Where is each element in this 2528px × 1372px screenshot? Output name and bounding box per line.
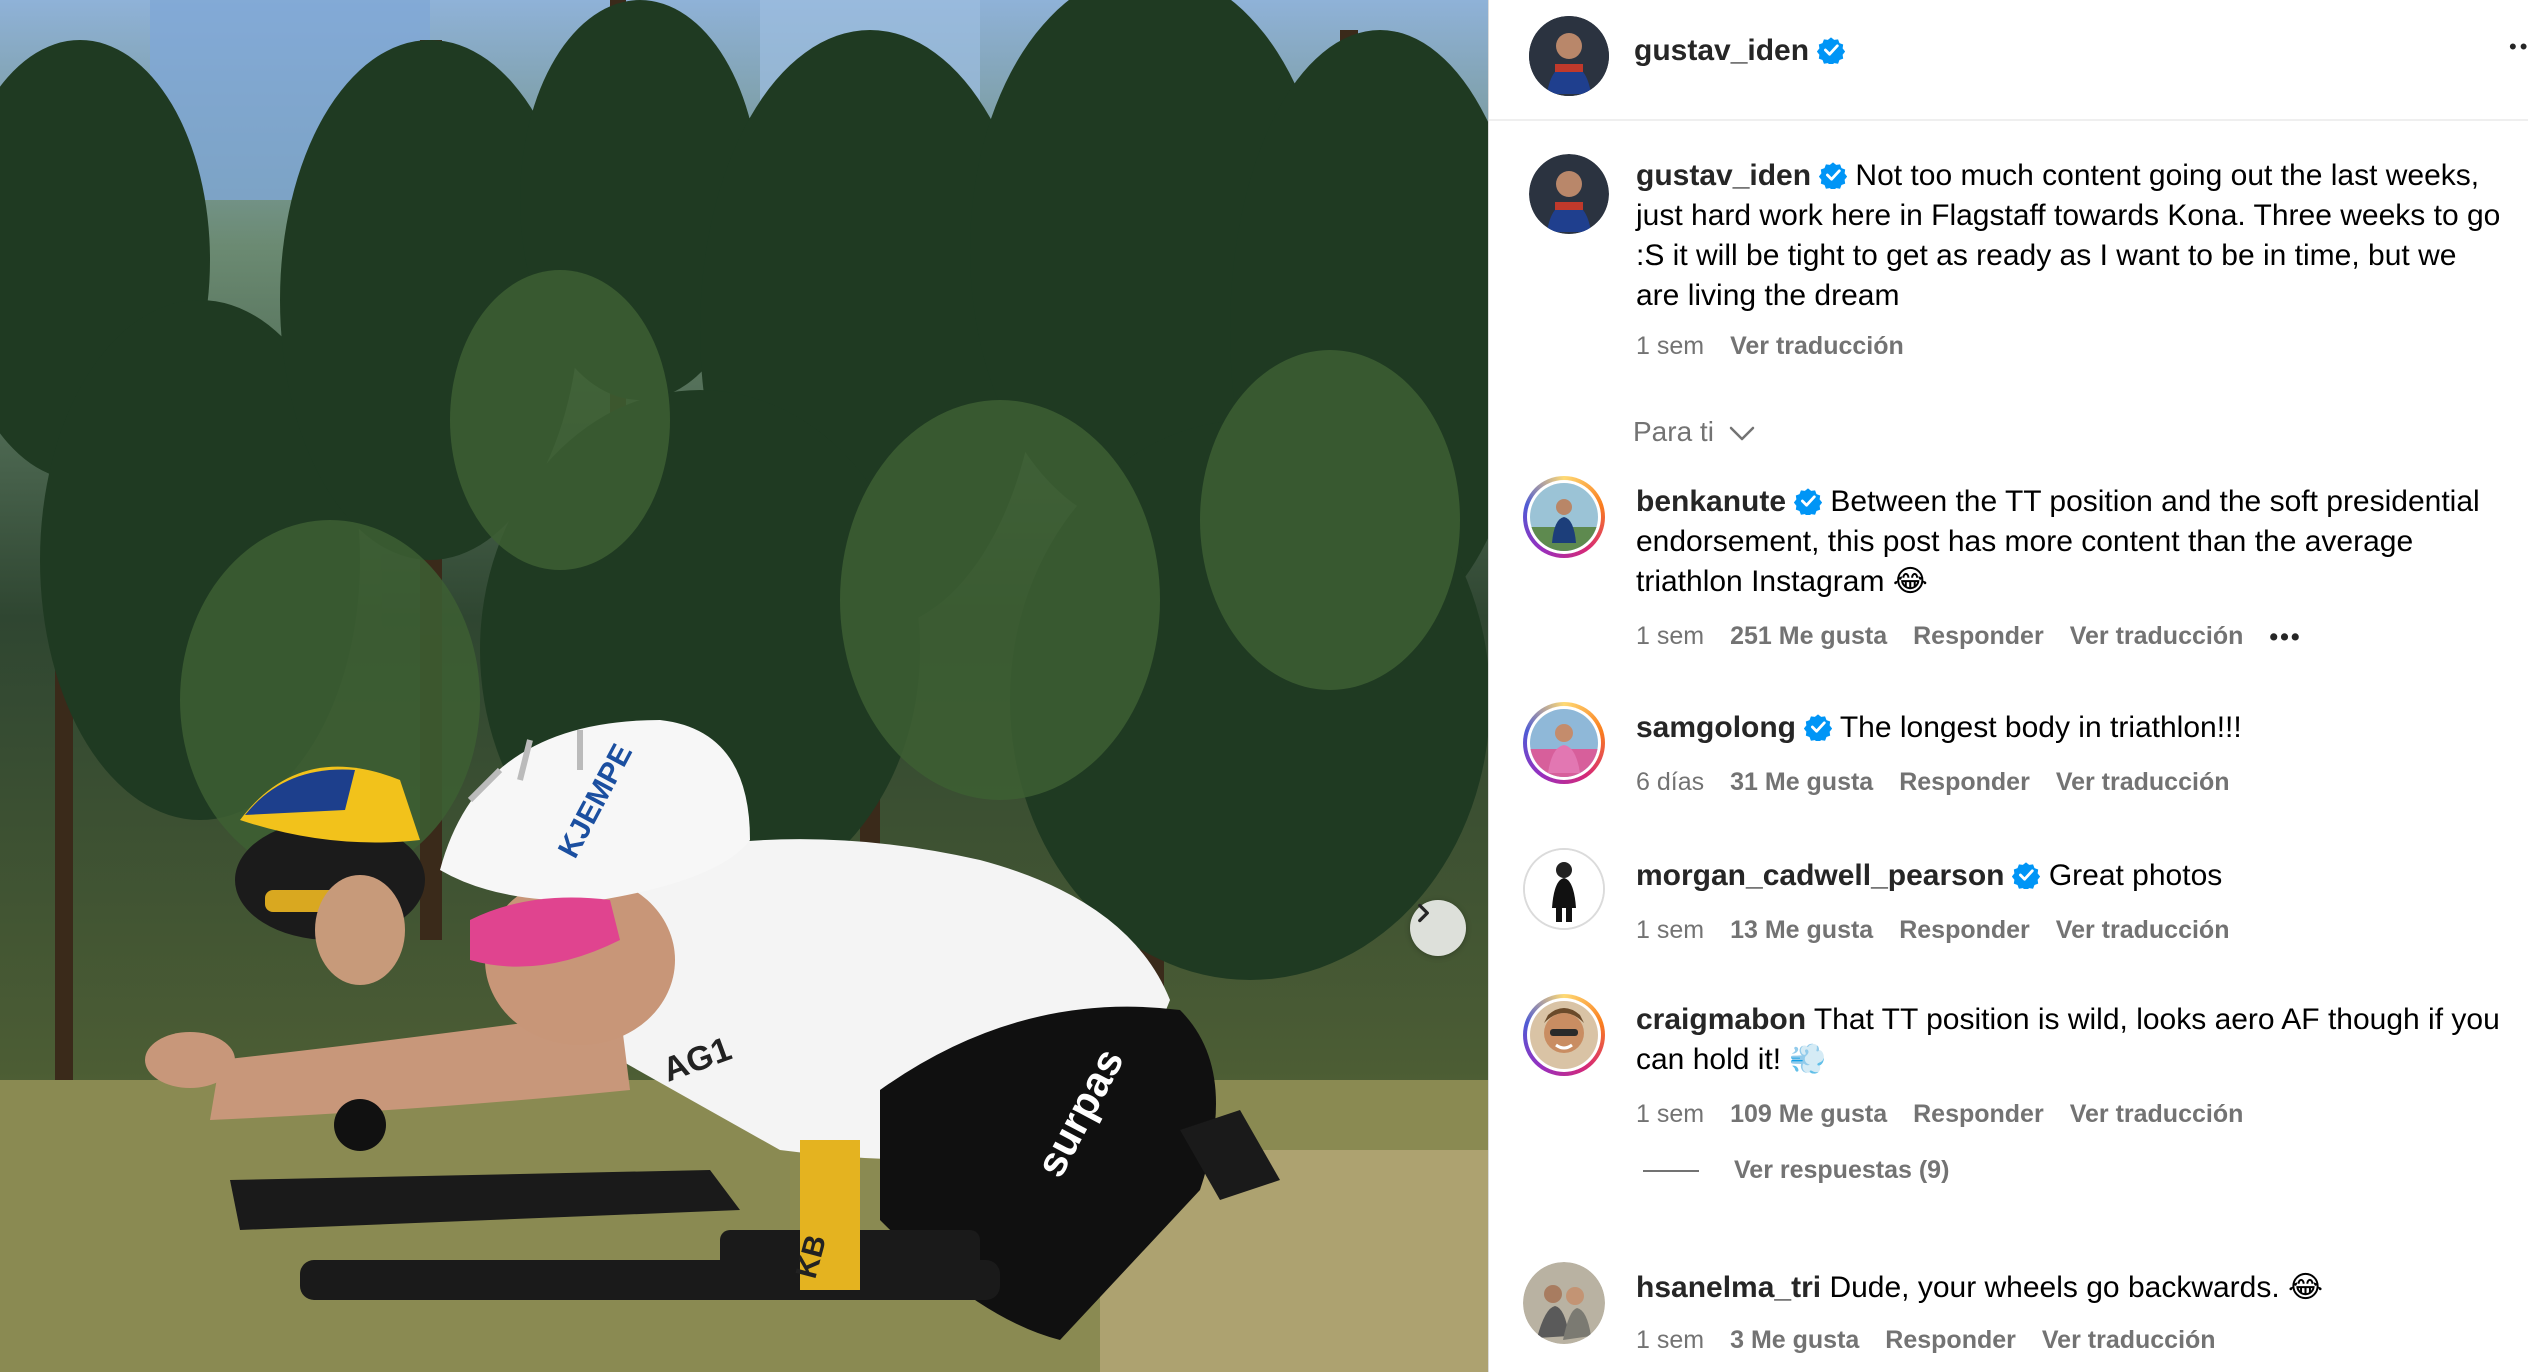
comment-avatar[interactable] xyxy=(1523,476,1605,558)
comment-likes[interactable]: 13 Me gusta xyxy=(1730,916,1873,944)
comment-time[interactable]: 1 sem xyxy=(1636,1326,1704,1354)
avatar-image xyxy=(1523,1262,1605,1344)
caption-translate-link[interactable]: Ver traducción xyxy=(1730,332,1904,360)
comment-avatar[interactable] xyxy=(1523,1262,1605,1344)
caption-username[interactable]: gustav_iden xyxy=(1636,159,1811,192)
verified-badge-icon xyxy=(2012,862,2041,889)
comment-username[interactable]: samgolong xyxy=(1636,711,1796,744)
comment-text: Dude, your wheels go backwards. 😂 xyxy=(1829,1271,2324,1304)
avatar-image xyxy=(1530,709,1598,777)
comment-time[interactable]: 1 sem xyxy=(1636,916,1704,944)
header-username[interactable]: gustav_iden xyxy=(1634,34,1809,67)
comment-meta: 6 días 31 Me gusta Responder Ver traducción xyxy=(1636,768,2255,797)
view-replies-button[interactable]: Ver respuestas (9) xyxy=(1734,1156,1949,1185)
comment-username[interactable]: hsanelma_tri xyxy=(1636,1271,1821,1304)
comment-likes[interactable]: 251 Me gusta xyxy=(1730,622,1887,650)
comment-time[interactable]: 6 días xyxy=(1636,768,1704,796)
post-side-panel: gustav_iden ••• gustav_iden Not too much… xyxy=(1488,0,2528,1372)
verified-badge-icon xyxy=(1819,162,1848,189)
comment-username[interactable]: morgan_cadwell_pearson xyxy=(1636,859,2004,892)
comment-text: Great photos xyxy=(2048,859,2223,892)
comment-meta: 1 sem 13 Me gusta Responder Ver traducción xyxy=(1636,916,2255,945)
avatar-image xyxy=(1530,483,1598,551)
chevron-down-icon xyxy=(1729,426,1754,441)
comment-likes[interactable]: 31 Me gusta xyxy=(1730,768,1873,796)
translate-link[interactable]: Ver traducción xyxy=(2056,768,2230,796)
comment-text: The longest body in triathlon!!! xyxy=(1839,711,2242,744)
comment-username[interactable]: benkanute xyxy=(1636,485,1786,518)
translate-link[interactable]: Ver traducción xyxy=(2042,1326,2216,1354)
comment-likes[interactable]: 3 Me gusta xyxy=(1730,1326,1859,1354)
photo-illustration: KJEMPE AG1 surpas KB xyxy=(0,0,1488,1372)
reply-button[interactable]: Responder xyxy=(1913,622,2044,650)
replies-divider xyxy=(1643,1170,1699,1172)
comment-meta: 1 sem 3 Me gusta Responder Ver traducción xyxy=(1636,1326,2242,1355)
sort-label: Para ti xyxy=(1633,416,1714,447)
comment-more-icon[interactable]: ••• xyxy=(2269,623,2301,652)
verified-badge-icon xyxy=(1794,488,1823,515)
caption-avatar[interactable] xyxy=(1529,154,1609,234)
comment-time[interactable]: 1 sem xyxy=(1636,1100,1704,1128)
comment-meta: 1 sem 109 Me gusta Responder Ver traducción xyxy=(1636,1100,2269,1129)
reply-button[interactable]: Responder xyxy=(1885,1326,2016,1354)
avatar-image xyxy=(1530,1001,1598,1069)
post-photo: KJEMPE AG1 surpas KB xyxy=(0,0,1488,1372)
sort-dropdown[interactable]: Para ti xyxy=(1633,416,1756,448)
next-photo-button[interactable] xyxy=(1410,900,1466,956)
translate-link[interactable]: Ver traducción xyxy=(2070,622,2244,650)
reply-button[interactable]: Responder xyxy=(1899,916,2030,944)
caption-time[interactable]: 1 sem xyxy=(1636,332,1704,360)
author-avatar[interactable] xyxy=(1529,16,1609,96)
verified-badge-icon xyxy=(1804,714,1833,741)
reply-button[interactable]: Responder xyxy=(1913,1100,2044,1128)
post-header: gustav_iden ••• xyxy=(1489,0,2528,121)
comment-likes[interactable]: 109 Me gusta xyxy=(1730,1100,1887,1128)
comment-time[interactable]: 1 sem xyxy=(1636,622,1704,650)
caption-meta: 1 sem Ver traducción xyxy=(1636,332,1930,361)
comment-meta: 1 sem 251 Me gusta Responder Ver traducción… xyxy=(1636,622,2328,652)
avatar-image xyxy=(1529,16,1609,96)
comment-username[interactable]: craigmabon xyxy=(1636,1003,1806,1036)
avatar-image xyxy=(1529,154,1609,234)
comment-avatar[interactable] xyxy=(1523,994,1605,1076)
comment-avatar[interactable] xyxy=(1523,702,1605,784)
comment-avatar[interactable] xyxy=(1523,848,1605,930)
translate-link[interactable]: Ver traducción xyxy=(2070,1100,2244,1128)
more-options-button[interactable]: ••• xyxy=(2509,34,2528,60)
verified-badge-icon xyxy=(1817,37,1846,64)
chevron-right-icon xyxy=(1418,903,1429,923)
translate-link[interactable]: Ver traducción xyxy=(2056,916,2230,944)
reply-button[interactable]: Responder xyxy=(1899,768,2030,796)
avatar-image xyxy=(1525,850,1603,928)
